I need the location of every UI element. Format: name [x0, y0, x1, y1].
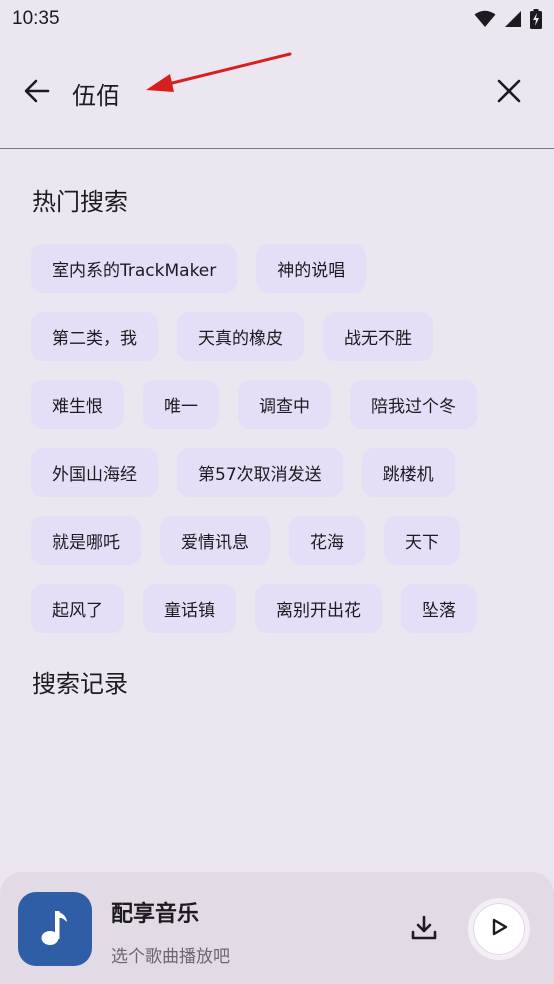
hot-search-chip[interactable]: 跳楼机 [361, 448, 455, 497]
hot-search-chip[interactable]: 童话镇 [143, 584, 236, 633]
chip-row: 第二类，我 天真的橡皮 战无不胜 [31, 312, 531, 361]
play-icon [489, 917, 509, 941]
hot-search-title: 热门搜索 [32, 188, 128, 216]
hot-search-chip[interactable]: 就是哪吒 [31, 516, 141, 565]
header-divider [0, 148, 554, 149]
hot-search-chip[interactable]: 爱情讯息 [160, 516, 270, 565]
player-subtitle: 选个歌曲播放吧 [111, 947, 230, 967]
hot-search-chip[interactable]: 花海 [289, 516, 365, 565]
hot-search-chip[interactable]: 第二类，我 [31, 312, 158, 361]
download-icon [410, 914, 438, 946]
battery-charging-icon [530, 9, 542, 29]
hot-search-chip[interactable]: 陪我过个冬 [350, 380, 477, 429]
search-input[interactable] [72, 70, 472, 116]
status-icons [474, 9, 542, 29]
chip-row: 室内系的TrackMaker 神的说唱 [31, 244, 531, 293]
chip-row: 外国山海经 第57次取消发送 跳楼机 [31, 448, 531, 497]
app-root: 10:35 热 [0, 0, 554, 984]
chip-row: 难生恨 唯一 调查中 陪我过个冬 [31, 380, 531, 429]
hot-search-chip[interactable]: 调查中 [238, 380, 331, 429]
clear-search-button[interactable] [490, 74, 528, 112]
hot-search-chip[interactable]: 室内系的TrackMaker [31, 244, 238, 293]
hot-search-chip[interactable]: 天真的橡皮 [177, 312, 304, 361]
search-history-title: 搜索记录 [32, 670, 128, 698]
album-art [18, 892, 92, 966]
hot-search-chip[interactable]: 神的说唱 [256, 244, 367, 293]
hot-search-chip[interactable]: 唯一 [143, 380, 219, 429]
status-time: 10:35 [12, 8, 60, 29]
signal-icon [504, 10, 522, 28]
status-bar: 10:35 [0, 0, 554, 38]
hot-search-chip[interactable]: 天下 [384, 516, 460, 565]
play-button[interactable] [468, 898, 530, 960]
mini-player[interactable]: 配享音乐 选个歌曲播放吧 [0, 872, 554, 984]
player-title: 配享音乐 [111, 902, 200, 927]
chip-row: 起风了 童话镇 离别开出花 坠落 [31, 584, 531, 633]
search-header [0, 48, 554, 138]
close-icon [497, 79, 521, 107]
wifi-icon [474, 10, 496, 28]
chip-row: 就是哪吒 爱情讯息 花海 天下 [31, 516, 531, 565]
hot-search-chip[interactable]: 坠落 [401, 584, 477, 633]
music-note-icon [38, 907, 72, 951]
back-button[interactable] [18, 74, 56, 112]
hot-search-chip[interactable]: 第57次取消发送 [177, 448, 343, 497]
hot-search-chip[interactable]: 起风了 [31, 584, 124, 633]
arrow-left-icon [23, 77, 51, 109]
hot-search-chip[interactable]: 外国山海经 [31, 448, 158, 497]
hot-search-chip[interactable]: 难生恨 [31, 380, 124, 429]
download-button[interactable] [404, 910, 444, 950]
hot-search-chip[interactable]: 离别开出花 [255, 584, 382, 633]
hot-search-chip[interactable]: 战无不胜 [323, 312, 433, 361]
hot-search-chips: 室内系的TrackMaker 神的说唱 第二类，我 天真的橡皮 战无不胜 难生恨 唯一 调查中… [31, 244, 531, 652]
